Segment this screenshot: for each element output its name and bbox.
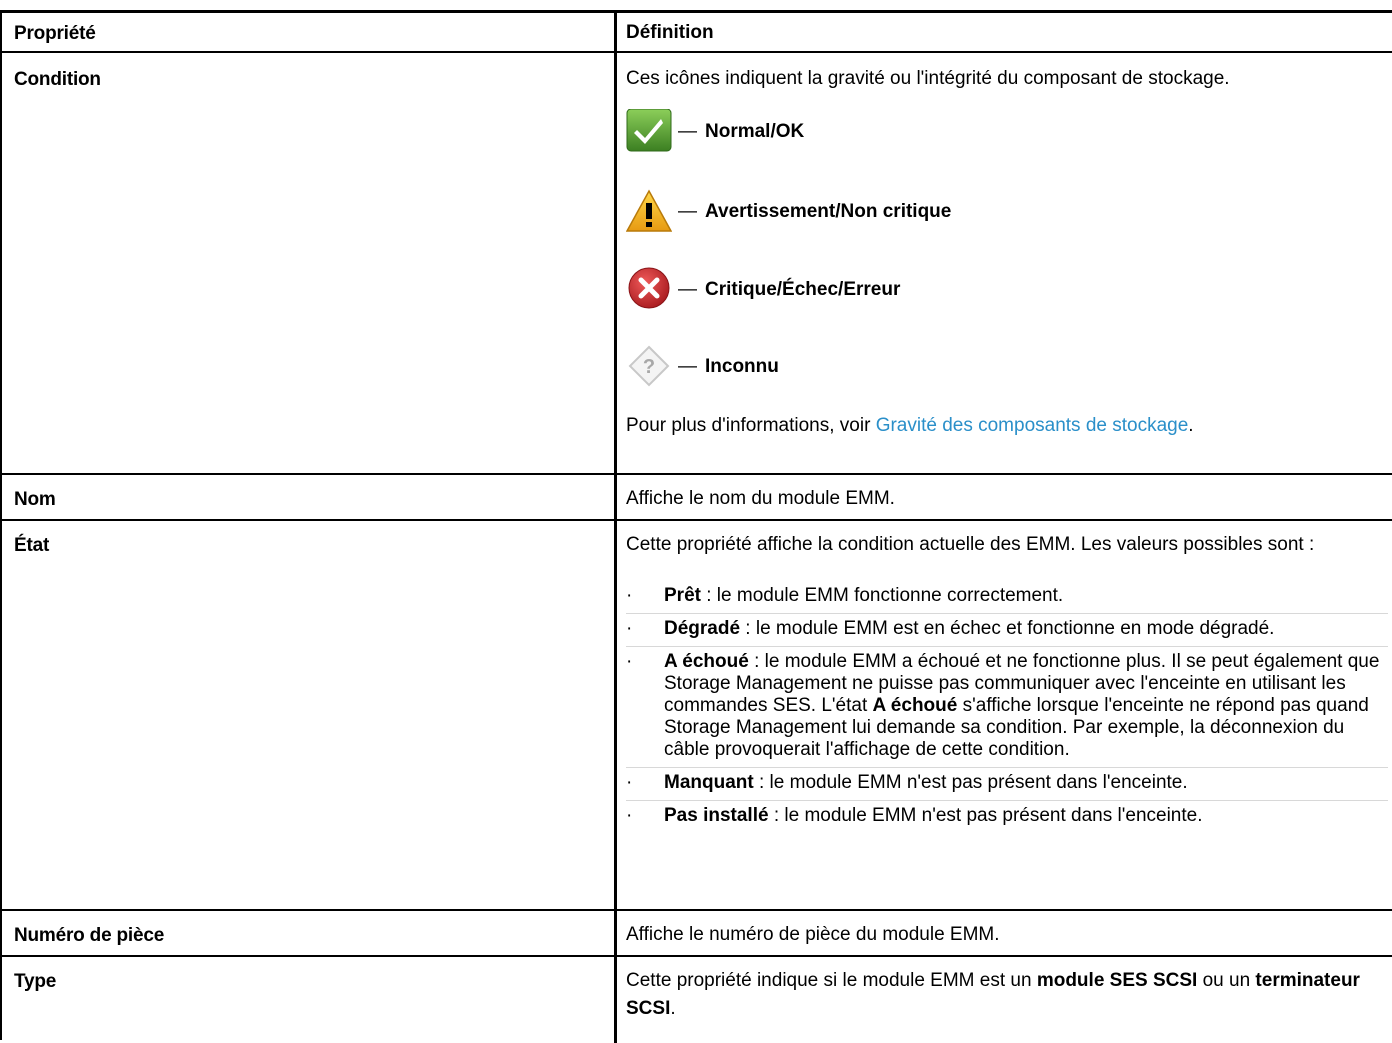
state-text: : le module EMM n'est pas présent dans l… <box>768 805 1203 826</box>
bullet: · <box>626 618 633 639</box>
definition-etat: Cette propriété affiche la condition act… <box>626 531 1388 833</box>
definition-piece: Affiche le numéro de pièce du module EMM… <box>626 924 1000 945</box>
bullet: · <box>626 805 633 826</box>
table-header-row: Propriété Définition <box>2 13 1392 51</box>
list-item: · Pas installé : le module EMM n'est pas… <box>626 801 1388 833</box>
state-text: : le module EMM est en échec et fonction… <box>740 618 1275 639</box>
state-text: : le module EMM fonctionne correctement. <box>700 585 1064 606</box>
definition-type: Cette propriété indique si le module EMM… <box>626 967 1388 1023</box>
status-dash: — <box>678 121 697 142</box>
list-item: · Manquant : le module EMM n'est pas pré… <box>626 768 1388 801</box>
status-warning: — Avertissement/Non critique <box>625 187 1388 237</box>
table-row-condition: Condition Ces icônes indiquent la gravit… <box>2 53 1392 473</box>
bullet: · <box>626 772 633 793</box>
definition-condition: Ces icônes indiquent la gravité ou l'int… <box>625 65 1388 440</box>
type-text-1: Cette propriété indique si le module EMM… <box>626 970 1037 991</box>
status-critical: — Critique/Échec/Erreur <box>626 265 1388 315</box>
state-term: Prêt <box>664 585 701 606</box>
critical-x-icon <box>626 267 672 313</box>
table-row-etat: État Cette propriété affiche la conditio… <box>2 521 1392 909</box>
type-term-1: module SES SCSI <box>1036 970 1198 991</box>
status-dash: — <box>678 279 697 300</box>
status-dash: — <box>678 201 697 222</box>
more-info-suffix: . <box>1188 415 1194 436</box>
more-info-prefix: Pour plus d'informations, voir <box>626 415 876 436</box>
bullet: · <box>626 651 633 672</box>
etat-intro: Cette propriété affiche la condition act… <box>626 534 1315 555</box>
severity-link[interactable]: Gravité des composants de stockage <box>876 415 1189 436</box>
status-dash: — <box>678 356 697 377</box>
state-term: Manquant <box>664 772 754 793</box>
property-condition: Condition <box>14 69 101 90</box>
warning-triangle-icon <box>625 189 673 235</box>
state-term: A échoué <box>664 651 749 672</box>
type-text-3: . <box>670 998 676 1019</box>
property-etat: État <box>14 535 50 556</box>
status-label-warning: Avertissement/Non critique <box>705 201 952 222</box>
header-definition: Définition <box>626 22 714 43</box>
table-row-piece: Numéro de pièce Affiche le numéro de piè… <box>2 911 1392 955</box>
table-row-nom: Nom Affiche le nom du module EMM. <box>2 475 1392 519</box>
svg-text:?: ? <box>643 356 655 378</box>
more-info: Pour plus d'informations, voir Gravité d… <box>626 412 1388 440</box>
property-nom: Nom <box>14 489 56 510</box>
condition-intro: Ces icônes indiquent la gravité ou l'int… <box>626 68 1230 89</box>
state-term: Pas installé <box>664 805 769 826</box>
status-unknown: ? — Inconnu <box>626 342 1388 392</box>
type-text-2: ou un <box>1197 970 1256 991</box>
table-row-type: Type Cette propriété indique si le modul… <box>2 957 1392 1037</box>
list-item: · A échoué : le module EMM a échoué et n… <box>626 647 1388 768</box>
etat-list: · Prêt : le module EMM fonctionne correc… <box>626 581 1388 833</box>
state-term: Dégradé <box>664 618 741 639</box>
status-label-normal: Normal/OK <box>705 121 805 142</box>
status-normal: — Normal/OK <box>626 107 1388 157</box>
status-label-unknown: Inconnu <box>705 356 779 377</box>
state-text: : le module EMM n'est pas présent dans l… <box>753 772 1188 793</box>
unknown-question-icon: ? <box>626 344 672 390</box>
properties-table: Propriété Définition Condition Ces icône… <box>0 10 1392 1043</box>
status-label-critical: Critique/Échec/Erreur <box>705 279 901 300</box>
bullet: · <box>626 585 633 606</box>
property-type: Type <box>14 971 57 992</box>
ok-check-icon <box>626 108 672 155</box>
property-piece: Numéro de pièce <box>14 925 165 946</box>
state-term-inline: A échoué <box>872 695 958 716</box>
header-property: Propriété <box>14 23 96 44</box>
definition-nom: Affiche le nom du module EMM. <box>626 488 895 509</box>
list-item: · Prêt : le module EMM fonctionne correc… <box>626 581 1388 614</box>
list-item: · Dégradé : le module EMM est en échec e… <box>626 614 1388 647</box>
